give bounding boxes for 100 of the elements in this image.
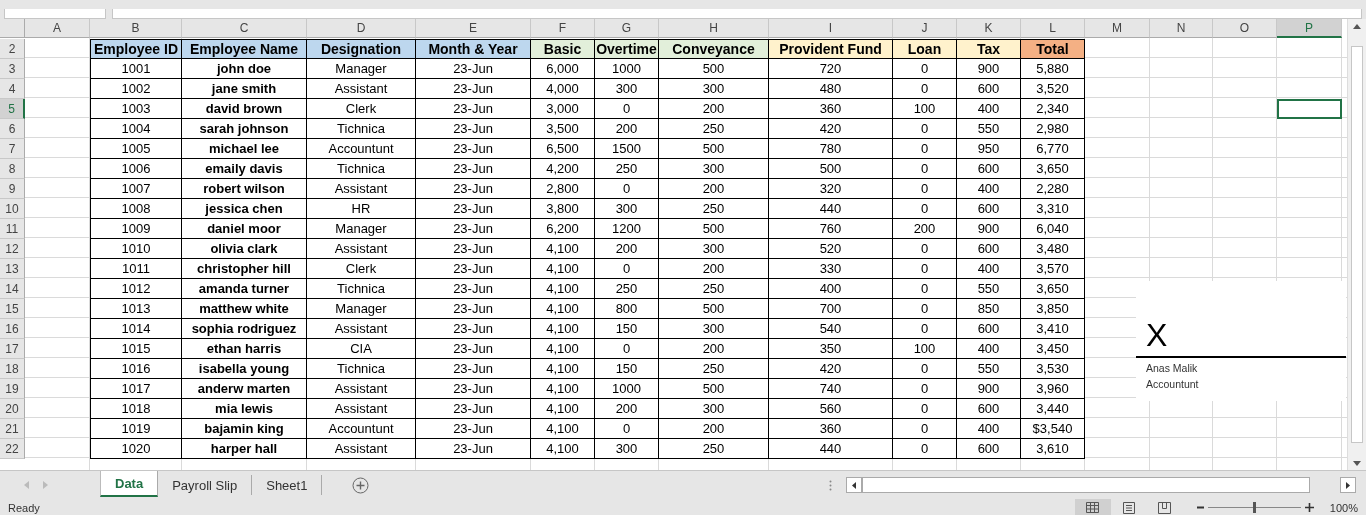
table-cell: HR	[307, 199, 416, 219]
table-cell: 4,100	[531, 439, 595, 459]
table-cell: 1004	[90, 119, 182, 139]
column-header[interactable]: N	[1150, 19, 1213, 38]
table-cell: 200	[659, 259, 769, 279]
formula-field[interactable]	[112, 9, 1362, 19]
column-header[interactable]: K	[957, 19, 1021, 38]
table-cell: 200	[595, 239, 659, 259]
table-cell: 3,650	[1021, 279, 1085, 299]
sheet-tab[interactable]: Sheet1	[252, 475, 323, 495]
add-sheet-icon[interactable]	[352, 476, 370, 494]
column-header[interactable]: A	[25, 19, 90, 38]
table-cell: 100	[893, 99, 957, 119]
column-header[interactable]: B	[90, 19, 182, 38]
table-cell: Accountunt	[307, 139, 416, 159]
row-header[interactable]: 17	[0, 339, 25, 359]
table-cell: 3,450	[1021, 339, 1085, 359]
row-header[interactable]: 15	[0, 299, 25, 319]
horizontal-scrollbar-thumb[interactable]	[862, 477, 1311, 493]
column-header[interactable]: I	[769, 19, 893, 38]
row-header[interactable]: 5	[0, 99, 25, 119]
sheet-tab[interactable]: Payroll Slip	[158, 475, 253, 495]
table-cell: 360	[769, 99, 893, 119]
table-cell: 6,200	[531, 219, 595, 239]
table-cell: john doe	[182, 59, 307, 79]
table-cell: 23-Jun	[416, 139, 531, 159]
zoom-in-icon[interactable]	[1304, 503, 1314, 512]
column-header[interactable]: J	[893, 19, 957, 38]
zoom-level[interactable]: 100%	[1329, 501, 1358, 514]
table-cell: 100	[893, 339, 957, 359]
table-cell: 2,280	[1021, 179, 1085, 199]
table-cell: 350	[769, 339, 893, 359]
table-cell: 4,100	[531, 399, 595, 419]
table-cell: 23-Jun	[416, 59, 531, 79]
column-header[interactable]: D	[307, 19, 416, 38]
table-cell: 500	[769, 159, 893, 179]
table-cell: 23-Jun	[416, 99, 531, 119]
row-header[interactable]: 10	[0, 199, 25, 219]
row-header[interactable]: 12	[0, 239, 25, 259]
name-box-field[interactable]	[4, 9, 106, 19]
table-cell: 250	[595, 279, 659, 299]
table-cell: 0	[893, 439, 957, 459]
row-header[interactable]: 3	[0, 59, 25, 79]
column-header[interactable]: F	[531, 19, 595, 38]
vertical-scrollbar-thumb[interactable]	[1351, 46, 1363, 443]
row-header[interactable]: 19	[0, 379, 25, 399]
row-header[interactable]: 7	[0, 139, 25, 159]
column-header[interactable]: C	[182, 19, 307, 38]
scroll-left-button[interactable]	[846, 477, 863, 493]
sheet-tab[interactable]: Data	[100, 471, 159, 497]
table-cell: 200	[893, 219, 957, 239]
column-header[interactable]: O	[1213, 19, 1277, 38]
column-header[interactable]: P	[1277, 19, 1342, 38]
row-header[interactable]: 4	[0, 79, 25, 99]
row-header[interactable]: 21	[0, 419, 25, 439]
table-cell: 0	[893, 279, 957, 299]
table-cell: 1002	[90, 79, 182, 99]
column-header[interactable]: L	[1021, 19, 1085, 38]
table-cell: jessica chen	[182, 199, 307, 219]
row-header[interactable]: 16	[0, 319, 25, 339]
table-cell: 0	[893, 59, 957, 79]
zoom-out-icon[interactable]	[1196, 506, 1204, 509]
table-cell: 600	[957, 199, 1021, 219]
table-cell: emaily davis	[182, 159, 307, 179]
column-header[interactable]: G	[595, 19, 659, 38]
column-header[interactable]: E	[416, 19, 531, 38]
table-cell: bajamin king	[182, 419, 307, 439]
table-cell: sarah johnson	[182, 119, 307, 139]
table-cell: 300	[659, 319, 769, 339]
table-cell: ethan harris	[182, 339, 307, 359]
row-header[interactable]: 9	[0, 179, 25, 199]
row-header[interactable]: 22	[0, 439, 25, 459]
normal-view-button[interactable]	[1074, 499, 1111, 515]
column-header[interactable]: H	[659, 19, 769, 38]
splitter-handle-icon[interactable]	[829, 479, 833, 491]
column-header[interactable]: M	[1085, 19, 1150, 38]
active-cell[interactable]	[1277, 99, 1342, 119]
signer-title: Accountunt	[1146, 378, 1199, 390]
scroll-right-button[interactable]	[1340, 477, 1357, 493]
table-cell: Assistant	[307, 439, 416, 459]
table-cell: 4,200	[531, 159, 595, 179]
table-cell: 6,040	[1021, 219, 1085, 239]
table-cell: 23-Jun	[416, 79, 531, 99]
row-header[interactable]: 18	[0, 359, 25, 379]
table-cell: 200	[659, 99, 769, 119]
table-cell: 4,100	[531, 239, 595, 259]
row-header[interactable]: 11	[0, 219, 25, 239]
row-header[interactable]: 13	[0, 259, 25, 279]
row-header[interactable]: 8	[0, 159, 25, 179]
table-cell: 4,100	[531, 259, 595, 279]
row-header[interactable]: 20	[0, 399, 25, 419]
row-header[interactable]: 2	[0, 39, 25, 59]
table-cell: 1008	[90, 199, 182, 219]
table-cell: Assistant	[307, 239, 416, 259]
row-header[interactable]: 14	[0, 279, 25, 299]
table-cell: Assistant	[307, 79, 416, 99]
zoom-slider-thumb[interactable]	[1253, 502, 1257, 513]
table-cell: 23-Jun	[416, 359, 531, 379]
table-cell: amanda turner	[182, 279, 307, 299]
row-header[interactable]: 6	[0, 119, 25, 139]
